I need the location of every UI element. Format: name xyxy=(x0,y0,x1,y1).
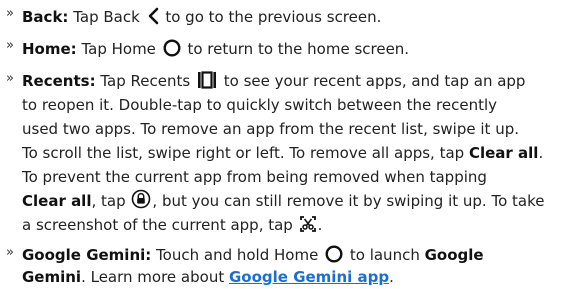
navigation-help-document: » Back: Tap Back to go to the previous s… xyxy=(0,0,588,288)
home-circle-icon xyxy=(162,39,182,57)
home-text-before: Tap Home xyxy=(81,40,156,58)
gemini-text: to launch xyxy=(349,246,420,264)
recents-line-2: to reopen it. Double-tap to quickly swit… xyxy=(22,93,497,117)
bullet-marker: » xyxy=(6,71,14,86)
google-gemini-app-link[interactable]: Google Gemini app xyxy=(229,268,389,286)
recents-icon xyxy=(196,71,218,89)
bullet-marker: » xyxy=(6,38,14,53)
recents-text: to reopen it. Double-tap to quickly swit… xyxy=(22,96,498,114)
home-line: Home: Tap Home to return to the home scr… xyxy=(22,37,409,61)
recents-line-7: a screenshot of the current app, tap . xyxy=(22,213,322,237)
home-circle-icon xyxy=(324,245,344,263)
back-title: Back: xyxy=(22,8,69,26)
back-line: Back: Tap Back to go to the previous scr… xyxy=(22,5,381,29)
bullet-marker: » xyxy=(6,245,14,260)
recents-text: To prevent the current app from being re… xyxy=(22,168,487,186)
back-chevron-icon xyxy=(146,7,160,25)
gemini-text: Touch and hold Home xyxy=(156,246,319,264)
home-text-after: to return to the home screen. xyxy=(187,40,410,58)
recents-line-6: Clear all, tap , but you can still remov… xyxy=(22,189,544,213)
recents-text: . xyxy=(538,144,544,162)
clear-all-label: Clear all xyxy=(22,192,92,210)
recents-title: Recents: xyxy=(22,72,96,90)
gemini-text: . xyxy=(389,268,394,286)
recents-line-4: To scroll the list, swipe right or left.… xyxy=(22,141,543,165)
gemini-title: Google Gemini: xyxy=(22,246,152,264)
recents-line-5: To prevent the current app from being re… xyxy=(22,165,487,189)
recents-text: , but you can still remove it by swiping… xyxy=(152,192,545,210)
recents-text: To scroll the list, swipe right or left.… xyxy=(22,144,465,162)
screenshot-icon xyxy=(299,215,317,233)
recents-line-3: used two apps. To remove an app from the… xyxy=(22,117,519,141)
clear-all-label: Clear all xyxy=(468,144,539,162)
recents-text: . xyxy=(317,216,323,234)
google-gemini-bold: Google xyxy=(424,246,484,264)
gemini-text: . Learn more about xyxy=(81,268,225,286)
recents-text: a screenshot of the current app, tap xyxy=(22,216,293,234)
gemini-line-2: Gemini. Learn more about Google Gemini a… xyxy=(22,265,394,289)
recents-text: to see your recent apps, and tap an app xyxy=(223,72,526,90)
home-title: Home: xyxy=(22,40,77,58)
recents-line-1: Recents: Tap Recents to see your recent … xyxy=(22,69,525,93)
gemini-line-1: Google Gemini: Touch and hold Home to la… xyxy=(22,243,484,267)
bullet-marker: » xyxy=(6,6,14,21)
back-text-after: to go to the previous screen. xyxy=(165,8,382,26)
recents-text: Tap Recents xyxy=(100,72,191,90)
lock-app-icon xyxy=(131,189,151,209)
back-text-before: Tap Back xyxy=(73,8,140,26)
recents-text: used two apps. To remove an app from the… xyxy=(22,120,519,138)
google-gemini-bold: Gemini xyxy=(22,268,82,286)
recents-text: , tap xyxy=(91,192,126,210)
